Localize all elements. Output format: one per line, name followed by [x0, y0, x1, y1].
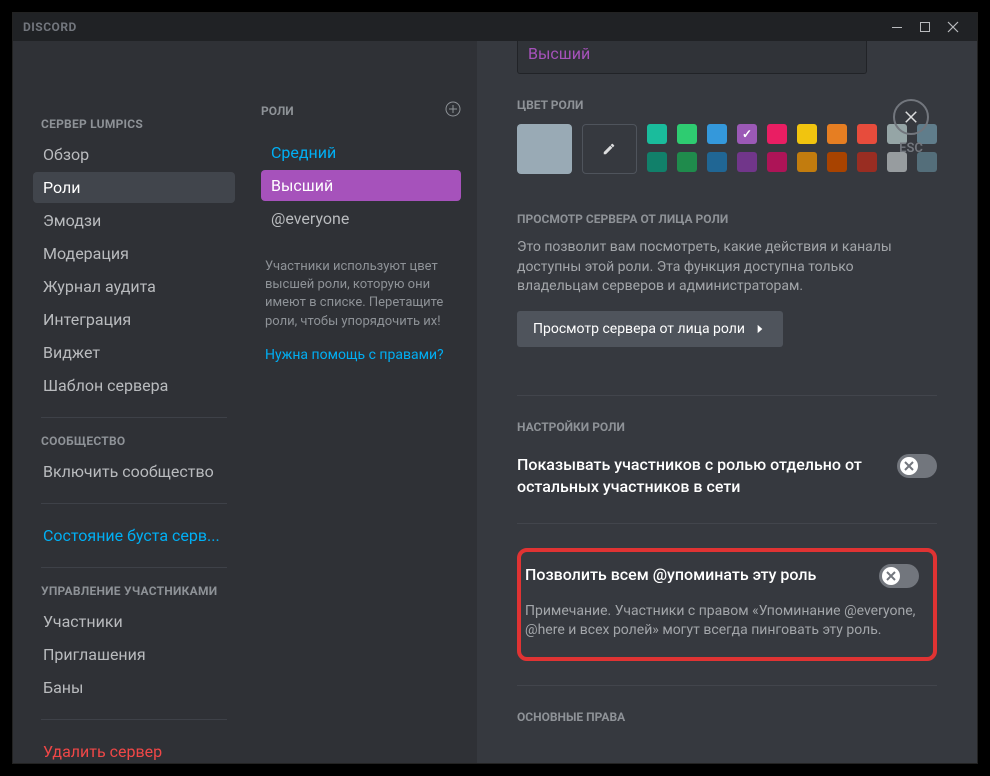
general-permissions-header: ОСНОВНЫЕ ПРАВА [517, 710, 937, 724]
color-swatch[interactable] [647, 152, 667, 172]
roles-title: РОЛИ [261, 104, 294, 118]
role-color-label: ЦВЕТ РОЛИ [517, 98, 937, 112]
allow-mention-label: Позволить всем @упоминать эту роль [525, 564, 863, 586]
nav-audit-log[interactable]: Журнал аудита [33, 271, 235, 302]
view-as-role-button[interactable]: Просмотр сервера от лица роли [517, 311, 783, 347]
app-name: DISCORD [23, 20, 77, 34]
color-swatch[interactable] [827, 152, 847, 172]
section-header-server: СЕРВЕР LUMPICS [41, 117, 235, 131]
color-swatch[interactable] [767, 124, 787, 144]
nav-bans[interactable]: Баны [33, 672, 235, 703]
add-role-button[interactable] [445, 101, 461, 121]
app-window: DISCORD СЕРВЕР LUMPICS Обзор Роли Эмодзи… [12, 12, 978, 764]
view-as-role-header: ПРОСМОТР СЕРВЕРА ОТ ЛИЦА РОЛИ [517, 212, 937, 226]
roles-help-text: Участники используют цвет высшей роли, к… [261, 258, 461, 331]
nav-widget[interactable]: Виджет [33, 337, 235, 368]
nav-roles[interactable]: Роли [33, 172, 235, 203]
color-custom-picker[interactable] [582, 124, 637, 174]
color-swatch[interactable] [737, 124, 757, 144]
role-name-input[interactable]: Высший [517, 41, 867, 74]
roles-list-panel: РОЛИ Средний Высший @everyone Участники … [245, 41, 477, 763]
window-maximize-button[interactable] [911, 17, 939, 37]
nav-emoji[interactable]: Эмодзи [33, 205, 235, 236]
color-default[interactable] [517, 124, 572, 174]
nav-members[interactable]: Участники [33, 606, 235, 637]
color-swatch[interactable] [797, 124, 817, 144]
color-swatch[interactable] [827, 124, 847, 144]
display-separately-toggle[interactable] [897, 454, 937, 478]
view-as-role-button-label: Просмотр сервера от лица роли [533, 321, 745, 337]
color-swatch[interactable] [857, 152, 877, 172]
view-as-role-description: Это позволит вам посмотреть, какие дейст… [517, 238, 937, 297]
display-separately-label: Показывать участников с ролью отдельно о… [517, 454, 881, 499]
color-swatch[interactable] [797, 152, 817, 172]
titlebar: DISCORD [13, 13, 977, 41]
toggle-knob [900, 457, 918, 475]
nav-moderation[interactable]: Модерация [33, 238, 235, 269]
color-swatch[interactable] [707, 124, 727, 144]
color-swatch[interactable] [647, 124, 667, 144]
window-minimize-button[interactable] [883, 17, 911, 37]
roles-help-link[interactable]: Нужна помощь с правами? [261, 347, 461, 363]
nav-enable-community[interactable]: Включить сообщество [33, 456, 235, 487]
nav-invites[interactable]: Приглашения [33, 639, 235, 670]
role-item-high[interactable]: Высший [261, 170, 461, 201]
toggle-knob [882, 567, 900, 585]
nav-server-template[interactable]: Шаблон сервера [33, 370, 235, 401]
color-swatch[interactable] [857, 124, 877, 144]
role-item-everyone[interactable]: @everyone [261, 203, 461, 234]
color-swatch[interactable] [767, 152, 787, 172]
close-settings-label: ESC [899, 141, 923, 156]
section-header-community: СООБЩЕСТВО [41, 434, 235, 448]
role-settings-header: НАСТРОЙКИ РОЛИ [517, 420, 937, 434]
color-swatch[interactable] [737, 152, 757, 172]
nav-overview[interactable]: Обзор [33, 139, 235, 170]
nav-integrations[interactable]: Интеграция [33, 304, 235, 335]
close-settings-button[interactable] [893, 99, 929, 135]
nav-boost-status[interactable]: Состояние буста серв... [33, 520, 235, 551]
section-header-members: УПРАВЛЕНИЕ УЧАСТНИКАМИ [41, 584, 235, 598]
color-swatch[interactable] [677, 124, 697, 144]
role-item-medium[interactable]: Средний [261, 137, 461, 168]
color-swatch[interactable] [707, 152, 727, 172]
nav-delete-server[interactable]: Удалить сервер [33, 736, 235, 763]
window-close-button[interactable] [939, 17, 967, 37]
settings-sidebar: СЕРВЕР LUMPICS Обзор Роли Эмодзи Модерац… [13, 41, 245, 763]
allow-mention-toggle[interactable] [879, 564, 919, 588]
allow-mention-highlight: Позволить всем @упоминать эту роль Приме… [517, 548, 937, 661]
color-swatch[interactable] [677, 152, 697, 172]
allow-mention-note: Примечание. Участники с правом «Упоминан… [521, 602, 919, 641]
